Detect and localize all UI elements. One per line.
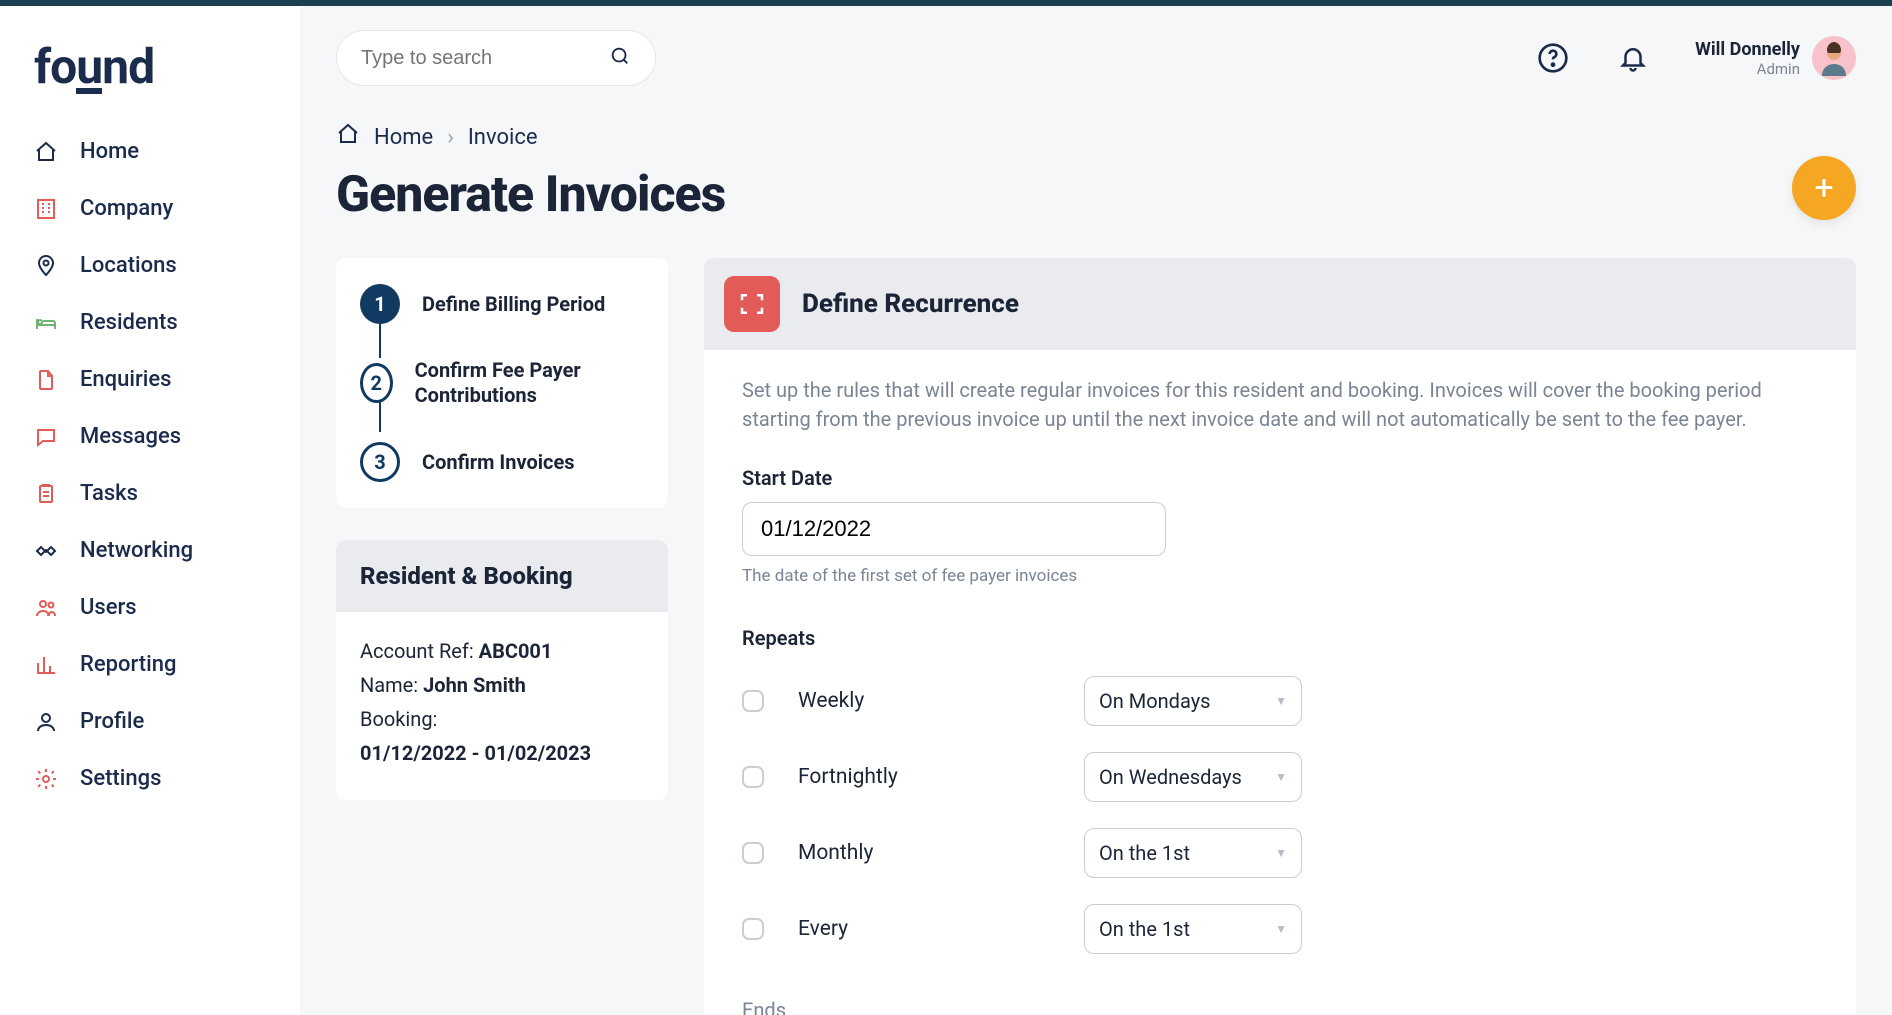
user-menu[interactable]: Will Donnelly Admin <box>1695 36 1856 80</box>
step-label: Confirm Fee Payer Contributions <box>415 358 644 408</box>
main-area: Will Donnelly Admin Home › Invoice Gener… <box>300 6 1892 1015</box>
sidebar-item-messages[interactable]: Messages <box>0 408 300 465</box>
repeat-row-every: Every On the 1st ▼ <box>742 904 1302 954</box>
select-every[interactable]: On the 1st ▼ <box>1084 904 1302 954</box>
sidebar-item-label: Locations <box>80 253 177 278</box>
search-field[interactable] <box>336 30 656 86</box>
select-fortnightly[interactable]: On Wednesdays ▼ <box>1084 752 1302 802</box>
sidebar-item-label: Residents <box>80 310 178 335</box>
sidebar-item-label: Company <box>80 196 173 221</box>
home-icon <box>336 122 360 152</box>
sidebar-item-residents[interactable]: Residents <box>0 294 300 351</box>
handshake-icon <box>34 539 58 563</box>
breadcrumb-current: Invoice <box>468 125 538 150</box>
chevron-down-icon: ▼ <box>1275 694 1287 708</box>
booking-row: Booking: 01/12/2022 - 01/02/2023 <box>360 702 644 770</box>
repeat-row-weekly: Weekly On Mondays ▼ <box>742 676 1302 726</box>
breadcrumb: Home › Invoice <box>336 122 1856 152</box>
clipboard-icon <box>34 482 58 506</box>
sidebar-item-label: Profile <box>80 709 144 734</box>
select-weekly[interactable]: On Mondays ▼ <box>1084 676 1302 726</box>
sidebar-item-users[interactable]: Users <box>0 579 300 636</box>
avatar <box>1812 36 1856 80</box>
add-button[interactable]: + <box>1792 156 1856 220</box>
sidebar-item-label: Settings <box>80 766 161 791</box>
start-date-input[interactable] <box>742 502 1166 556</box>
sidebar-item-label: Messages <box>80 424 181 449</box>
search-input[interactable] <box>361 47 609 70</box>
help-button[interactable] <box>1535 40 1571 76</box>
repeat-name: Fortnightly <box>798 765 898 789</box>
account-ref-row: Account Ref: ABC001 <box>360 634 644 668</box>
user-role: Admin <box>1695 60 1800 78</box>
define-recurrence-panel: Define Recurrence Set up the rules that … <box>704 258 1856 1015</box>
resident-booking-card: Resident & Booking Account Ref: ABC001 N… <box>336 540 668 800</box>
checkbox-weekly[interactable] <box>742 690 764 712</box>
step-1[interactable]: 1 Define Billing Period <box>360 284 644 324</box>
repeat-name: Weekly <box>798 689 864 713</box>
bed-icon <box>34 311 58 335</box>
sidebar-item-home[interactable]: Home <box>0 123 300 180</box>
repeats-label: Repeats <box>742 626 1818 650</box>
sidebar-item-networking[interactable]: Networking <box>0 522 300 579</box>
repeat-row-fortnightly: Fortnightly On Wednesdays ▼ <box>742 752 1302 802</box>
chevron-right-icon: › <box>447 125 454 150</box>
notifications-button[interactable] <box>1615 40 1651 76</box>
search-icon <box>609 45 631 71</box>
sidebar-item-label: Enquiries <box>80 367 171 392</box>
gear-icon <box>34 767 58 791</box>
resident-booking-title: Resident & Booking <box>336 540 668 612</box>
header: Will Donnelly Admin <box>336 30 1856 86</box>
repeat-name: Every <box>798 917 848 941</box>
home-icon <box>34 140 58 164</box>
checkbox-every[interactable] <box>742 918 764 940</box>
file-icon <box>34 368 58 392</box>
panel-description: Set up the rules that will create regula… <box>742 376 1772 434</box>
plus-icon: + <box>1814 168 1833 208</box>
chevron-down-icon: ▼ <box>1275 846 1287 860</box>
start-date-label: Start Date <box>742 466 1818 490</box>
chevron-down-icon: ▼ <box>1275 770 1287 784</box>
step-label: Define Billing Period <box>422 292 605 317</box>
recurrence-icon <box>724 276 780 332</box>
panel-title: Define Recurrence <box>802 289 1019 319</box>
sidebar-item-label: Home <box>80 139 139 164</box>
step-3[interactable]: 3 Confirm Invoices <box>360 442 644 482</box>
users-icon <box>34 596 58 620</box>
repeat-row-monthly: Monthly On the 1st ▼ <box>742 828 1302 878</box>
repeat-name: Monthly <box>798 841 873 865</box>
step-label: Confirm Invoices <box>422 450 575 475</box>
page-title: Generate Invoices <box>336 166 1856 224</box>
select-monthly[interactable]: On the 1st ▼ <box>1084 828 1302 878</box>
sidebar-item-reporting[interactable]: Reporting <box>0 636 300 693</box>
barchart-icon <box>34 653 58 677</box>
sidebar-item-settings[interactable]: Settings <box>0 750 300 807</box>
sidebar-item-label: Networking <box>80 538 193 563</box>
sidebar-item-profile[interactable]: Profile <box>0 693 300 750</box>
chevron-down-icon: ▼ <box>1275 922 1287 936</box>
person-icon <box>34 710 58 734</box>
sidebar-item-label: Users <box>80 595 137 620</box>
pin-icon <box>34 254 58 278</box>
checkbox-fortnightly[interactable] <box>742 766 764 788</box>
steps-card: 1 Define Billing Period 2 Confirm Fee Pa… <box>336 258 668 508</box>
checkbox-monthly[interactable] <box>742 842 764 864</box>
step-2[interactable]: 2 Confirm Fee Payer Contributions <box>360 358 644 408</box>
sidebar-item-label: Tasks <box>80 481 138 506</box>
sidebar-item-company[interactable]: Company <box>0 180 300 237</box>
sidebar-item-label: Reporting <box>80 652 176 677</box>
user-name: Will Donnelly <box>1695 39 1800 60</box>
chat-icon <box>34 425 58 449</box>
start-date-hint: The date of the first set of fee payer i… <box>742 566 1818 586</box>
breadcrumb-home[interactable]: Home <box>374 125 433 150</box>
sidebar-item-enquiries[interactable]: Enquiries <box>0 351 300 408</box>
name-row: Name: John Smith <box>360 668 644 702</box>
sidebar-item-tasks[interactable]: Tasks <box>0 465 300 522</box>
sidebar: found Home Company Locations Residents E… <box>0 6 300 1015</box>
building-icon <box>34 197 58 221</box>
ends-label: Ends <box>742 998 1818 1015</box>
brand-logo: found <box>0 30 300 123</box>
sidebar-item-locations[interactable]: Locations <box>0 237 300 294</box>
